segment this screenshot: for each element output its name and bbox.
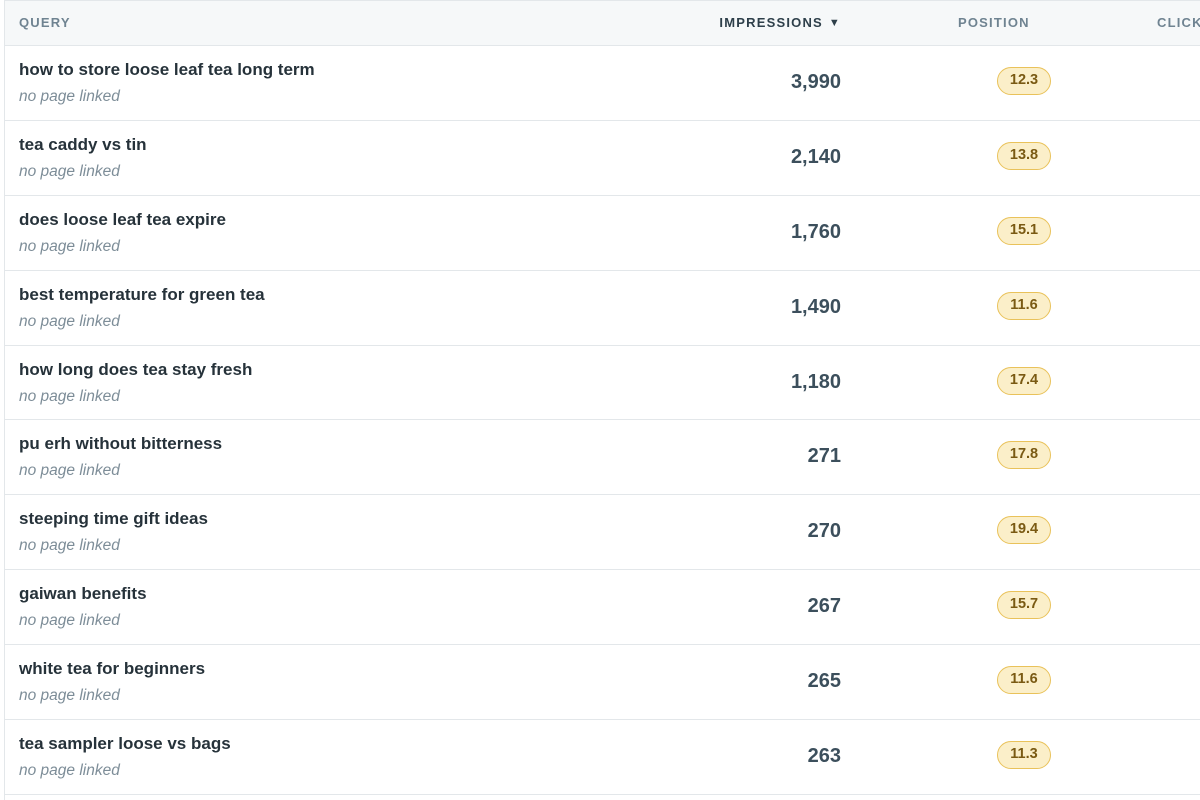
position-badge: 15.1 (997, 216, 1051, 245)
impressions-value: 271 (807, 445, 841, 468)
position-badge: 11.6 (997, 666, 1051, 695)
table-row[interactable]: tea sampler loose vs bags no page linked… (5, 720, 1200, 795)
position-badge: 19.4 (997, 516, 1051, 545)
query-text: pu erh without bitterness (19, 434, 223, 454)
query-text: tea sampler loose vs bags (19, 734, 231, 754)
query-text: steeping time gift ideas (19, 509, 208, 529)
query-text: how long does tea stay fresh (19, 359, 253, 379)
position-badge: 11.3 (997, 741, 1051, 770)
impressions-value: 1,490 (790, 295, 841, 318)
table-row[interactable]: how long does tea stay fresh no page lin… (5, 346, 1200, 421)
column-header-impressions-label: IMPRESSIONS (719, 15, 823, 30)
linked-page-text: no page linked (19, 537, 120, 555)
impressions-value: 1,760 (790, 220, 841, 243)
table-row[interactable]: does loose leaf tea expire no page linke… (5, 196, 1200, 271)
table-header: QUERY IMPRESSIONS ▼ POSITION CLICK (5, 0, 1200, 46)
query-text: how to store loose leaf tea long term (19, 60, 315, 79)
query-text: white tea for beginners (19, 659, 206, 679)
column-header-query[interactable]: QUERY (19, 15, 71, 30)
queries-table: QUERY IMPRESSIONS ▼ POSITION CLICK how to… (4, 0, 1200, 800)
table-row[interactable]: best temperature for green tea no page l… (5, 271, 1200, 346)
table-row[interactable]: steeping time gift ideas no page linked … (5, 495, 1200, 571)
position-badge: 15.7 (997, 591, 1051, 620)
position-badge: 11.6 (997, 291, 1051, 320)
query-text: tea caddy vs tin (19, 134, 147, 154)
impressions-value: 1,180 (790, 370, 841, 393)
linked-page-text: no page linked (19, 88, 120, 105)
query-text: gaiwan benefits (19, 584, 147, 604)
query-text: best temperature for green tea (19, 284, 265, 304)
sort-descending-icon: ▼ (828, 17, 841, 29)
impressions-value: 2,140 (790, 145, 841, 168)
impressions-value: 270 (807, 520, 841, 543)
query-text: does loose leaf tea expire (19, 209, 226, 229)
column-header-impressions[interactable]: IMPRESSIONS ▼ (719, 15, 841, 30)
column-header-position[interactable]: POSITION (958, 15, 1030, 30)
linked-page-text: no page linked (19, 687, 120, 705)
linked-page-text: no page linked (19, 612, 120, 630)
impressions-value: 263 (807, 745, 841, 768)
table-row[interactable]: white tea for beginners no page linked 2… (5, 645, 1200, 721)
linked-page-text: no page linked (19, 462, 120, 480)
table-row[interactable]: pu erh without bitterness no page linked… (5, 420, 1200, 496)
linked-page-text: no page linked (19, 237, 120, 255)
impressions-value: 267 (807, 595, 841, 618)
table-row[interactable]: how to store loose leaf tea long term no… (5, 46, 1200, 121)
linked-page-text: no page linked (19, 162, 120, 180)
impressions-value: 265 (807, 670, 841, 693)
linked-page-text: no page linked (19, 312, 120, 330)
linked-page-text: no page linked (19, 762, 120, 780)
column-header-clicks[interactable]: CLICK (1157, 15, 1200, 30)
position-badge: 13.8 (997, 141, 1051, 170)
table-row[interactable]: tea caddy vs tin no page linked 2,140 13… (5, 121, 1200, 196)
linked-page-text: no page linked (19, 387, 120, 405)
position-badge: 17.4 (997, 366, 1051, 395)
position-badge: 12.3 (997, 67, 1051, 95)
table-row[interactable]: gaiwan benefits no page linked 267 15.7 (5, 570, 1200, 646)
impressions-value: 3,990 (790, 71, 841, 93)
position-badge: 17.8 (997, 441, 1051, 470)
